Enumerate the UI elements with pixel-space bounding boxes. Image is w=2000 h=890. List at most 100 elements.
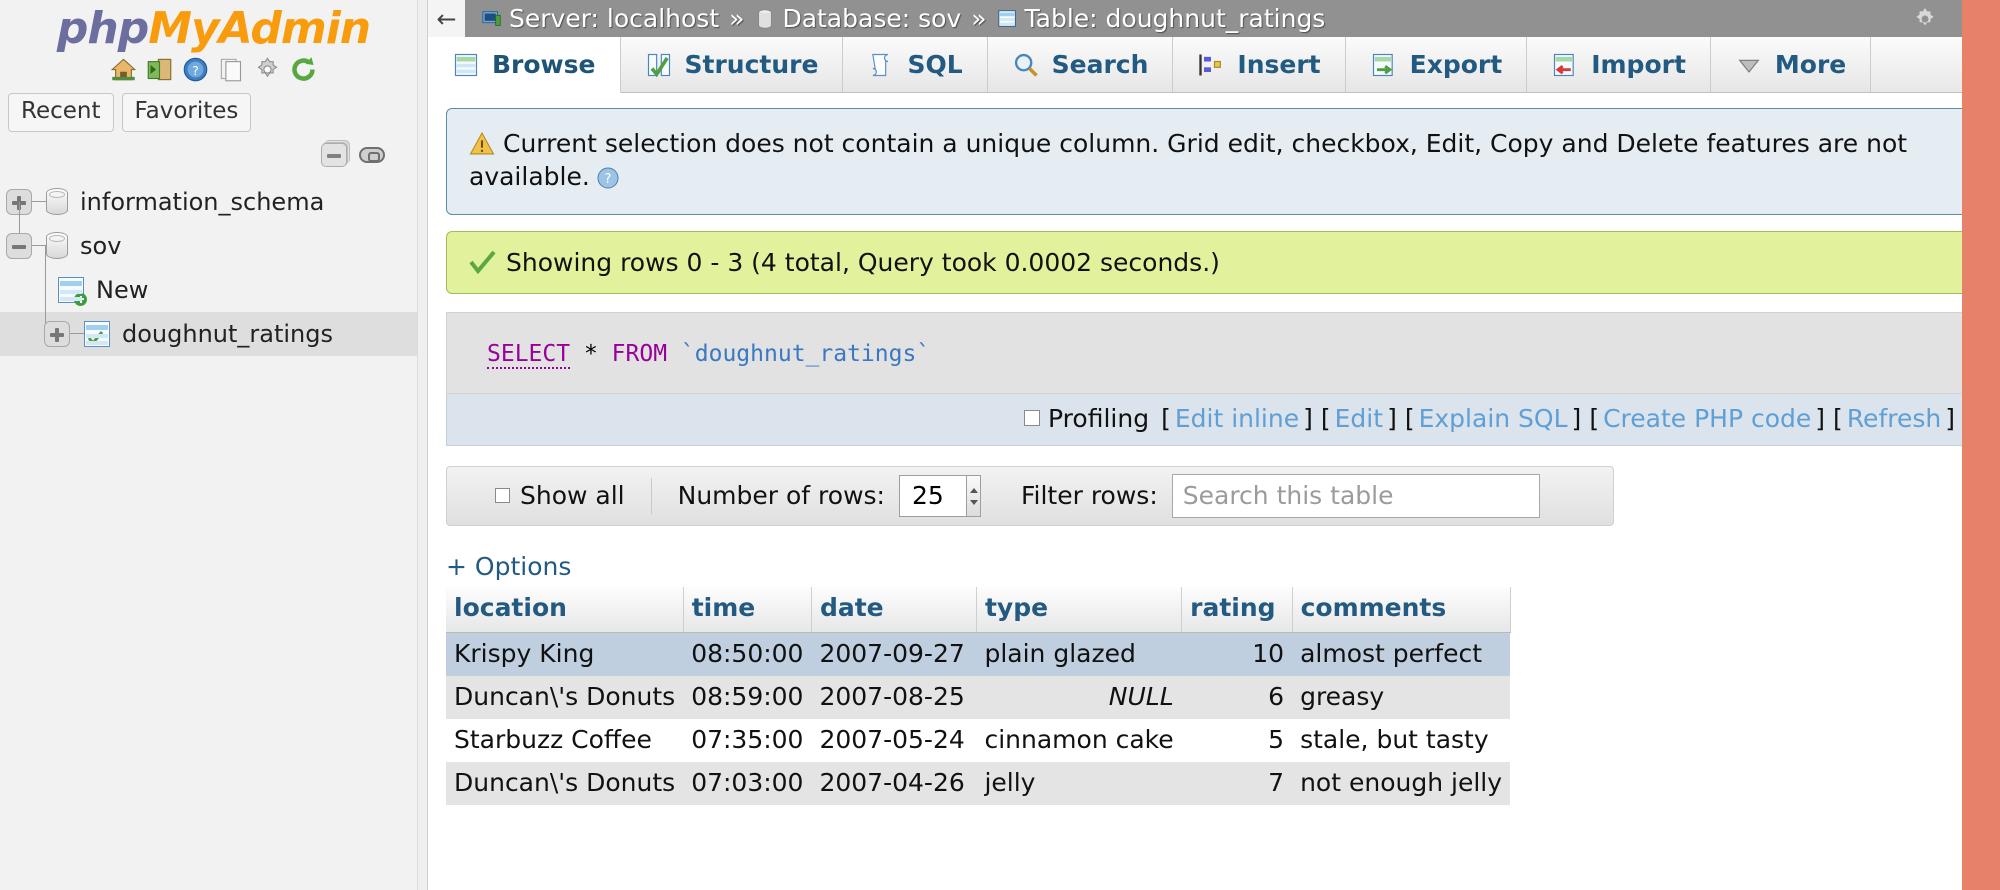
cell-rating: 6 — [1181, 675, 1293, 719]
column-header-comments[interactable]: comments — [1292, 586, 1511, 633]
breadcrumb: Server: localhost » Database: sov » Tabl… — [481, 4, 1325, 33]
tree-item-doughnut_ratings[interactable]: doughnut_ratings — [0, 289, 427, 356]
main-panel: ← Server: localhost » Database: sov » Ta… — [428, 0, 2000, 890]
cell-rating: 5 — [1181, 718, 1293, 762]
cell-time: 08:59:00 — [683, 675, 812, 719]
tab-search[interactable]: Search — [987, 37, 1174, 92]
settings-gear-icon[interactable] — [254, 56, 281, 83]
sql-query-text[interactable]: SELECT * FROM `doughnut_ratings` — [447, 340, 1973, 369]
profiling-checkbox[interactable] — [1024, 410, 1041, 426]
search-icon — [1014, 53, 1038, 77]
explain-sql-link[interactable]: Explain SQL — [1419, 404, 1568, 433]
sidebar-scrollbar[interactable] — [417, 0, 427, 890]
tab-export[interactable]: Export — [1345, 37, 1528, 92]
collapse-all-icon[interactable] — [321, 143, 347, 167]
logout-icon[interactable] — [146, 56, 173, 83]
cell-date: 2007-05-24 — [811, 718, 977, 762]
edit-inline-link[interactable]: Edit inline — [1175, 404, 1299, 433]
new-table-icon — [58, 276, 87, 306]
show-all-checkbox[interactable] — [495, 488, 510, 503]
table-row[interactable]: Duncan\'s Donuts 07:03:00 2007-04-26 jel… — [446, 761, 1511, 805]
sql-icon — [872, 53, 889, 76]
tab-label: Browse — [492, 50, 596, 79]
tree-connector — [70, 333, 84, 335]
tree-item-information_schema[interactable]: information_schema — [0, 180, 427, 224]
table-row[interactable]: Krispy King 08:50:00 2007-09-27 plain gl… — [446, 632, 1511, 676]
sql-star: * — [583, 340, 598, 367]
create-php-code-link[interactable]: Create PHP code — [1603, 404, 1811, 433]
home-icon[interactable] — [110, 56, 137, 83]
edit-link[interactable]: Edit — [1335, 404, 1383, 433]
table-row[interactable]: Duncan\'s Donuts 08:59:00 2007-08-25 NUL… — [446, 675, 1511, 719]
table-header-row: location time date type rating comments — [446, 586, 1511, 633]
number-of-rows-stepper[interactable] — [966, 474, 981, 517]
breadcrumb-database-label: Database: sov — [782, 4, 962, 33]
query-result-status: Showing rows 0 - 3 (4 total, Query took … — [446, 230, 1974, 294]
cell-location: Krispy King — [446, 632, 684, 676]
svg-text:?: ? — [604, 172, 611, 187]
back-button[interactable]: ← — [428, 0, 465, 37]
table-icon — [997, 9, 1016, 27]
cell-rating: 7 — [1181, 761, 1293, 805]
page-scrollbar[interactable] — [1962, 0, 2000, 890]
breadcrumb-server[interactable]: Server: localhost — [481, 4, 719, 33]
database-icon — [46, 232, 68, 260]
cell-type: plain glazed — [976, 632, 1182, 676]
bracket-open: [ — [1320, 403, 1331, 433]
help-question-icon[interactable]: ? — [596, 166, 620, 190]
tab-insert[interactable]: Insert — [1173, 37, 1346, 92]
tree-item-label: information_schema — [80, 187, 325, 216]
help-docs-icon[interactable]: ? — [182, 56, 209, 83]
tab-structure[interactable]: Structure — [620, 37, 844, 92]
bracket-close: ] — [1945, 403, 1955, 433]
tab-label: Search — [1051, 50, 1149, 79]
expand-toggle-icon[interactable] — [44, 320, 70, 347]
server-breadcrumb-bar: ← Server: localhost » Database: sov » Ta… — [428, 0, 2000, 37]
breadcrumb-table[interactable]: Table: doughnut_ratings — [997, 4, 1325, 33]
phpmyadmin-logo[interactable]: phpMyAdmin — [0, 0, 427, 52]
link-with-main-panel-icon[interactable] — [359, 147, 385, 163]
results-table: location time date type rating comments … — [446, 586, 1511, 805]
refresh-link[interactable]: Refresh — [1847, 404, 1941, 433]
check-badge-icon — [88, 330, 104, 345]
tab-browse[interactable]: Browse — [428, 37, 621, 93]
column-header-time[interactable]: time — [683, 586, 812, 633]
sidebar-tab-favorites[interactable]: Favorites — [121, 93, 252, 132]
tab-import[interactable]: Import — [1527, 37, 1711, 92]
sql-table-name: `doughnut_ratings` — [680, 340, 931, 367]
sql-query-display: SELECT * FROM `doughnut_ratings` — [446, 311, 1974, 394]
gear-icon[interactable] — [1912, 6, 1938, 32]
sidebar-tab-recent[interactable]: Recent — [8, 93, 114, 132]
number-of-rows-input[interactable] — [898, 474, 967, 517]
column-header-type[interactable]: type — [976, 586, 1183, 633]
cell-date: 2007-09-27 — [811, 632, 977, 676]
breadcrumb-database[interactable]: Database: sov — [754, 4, 961, 33]
column-header-rating[interactable]: rating — [1181, 586, 1293, 633]
cell-date: 2007-08-25 — [811, 675, 977, 719]
tree-item-sov[interactable]: sov — [0, 201, 427, 268]
table-row[interactable]: Starbuzz Coffee 07:35:00 2007-05-24 cinn… — [446, 718, 1511, 762]
tree-connector — [32, 245, 46, 247]
cell-time: 07:35:00 — [683, 718, 812, 762]
tab-label: More — [1774, 50, 1847, 79]
tab-sql[interactable]: SQL — [843, 37, 988, 92]
sidebar-quick-icons: ? — [0, 56, 427, 83]
cell-comments: greasy — [1292, 675, 1511, 719]
profiling-label: Profiling — [1048, 403, 1150, 433]
database-tree: information_schema sov New doughnut_rati… — [0, 180, 427, 356]
tree-item-new[interactable]: New — [0, 245, 427, 312]
query-actions-bar: Profiling[Edit inline][Edit][Explain SQL… — [446, 393, 1974, 446]
collapse-toggle-icon[interactable] — [6, 232, 32, 259]
cell-location: Duncan\'s Donuts — [446, 675, 684, 719]
column-header-location[interactable]: location — [446, 586, 684, 633]
reload-icon[interactable] — [290, 56, 317, 83]
docs-icon[interactable] — [218, 56, 245, 83]
column-header-date[interactable]: date — [811, 586, 977, 633]
options-toggle-link[interactable]: + Options — [446, 552, 571, 581]
filter-rows-input[interactable] — [1171, 473, 1540, 518]
sql-keyword-select: SELECT — [487, 340, 571, 369]
tab-more[interactable]: More — [1710, 37, 1872, 92]
cell-date: 2007-04-26 — [811, 761, 977, 805]
warning-triangle-icon — [469, 131, 495, 155]
bracket-close: ] — [1387, 403, 1397, 433]
